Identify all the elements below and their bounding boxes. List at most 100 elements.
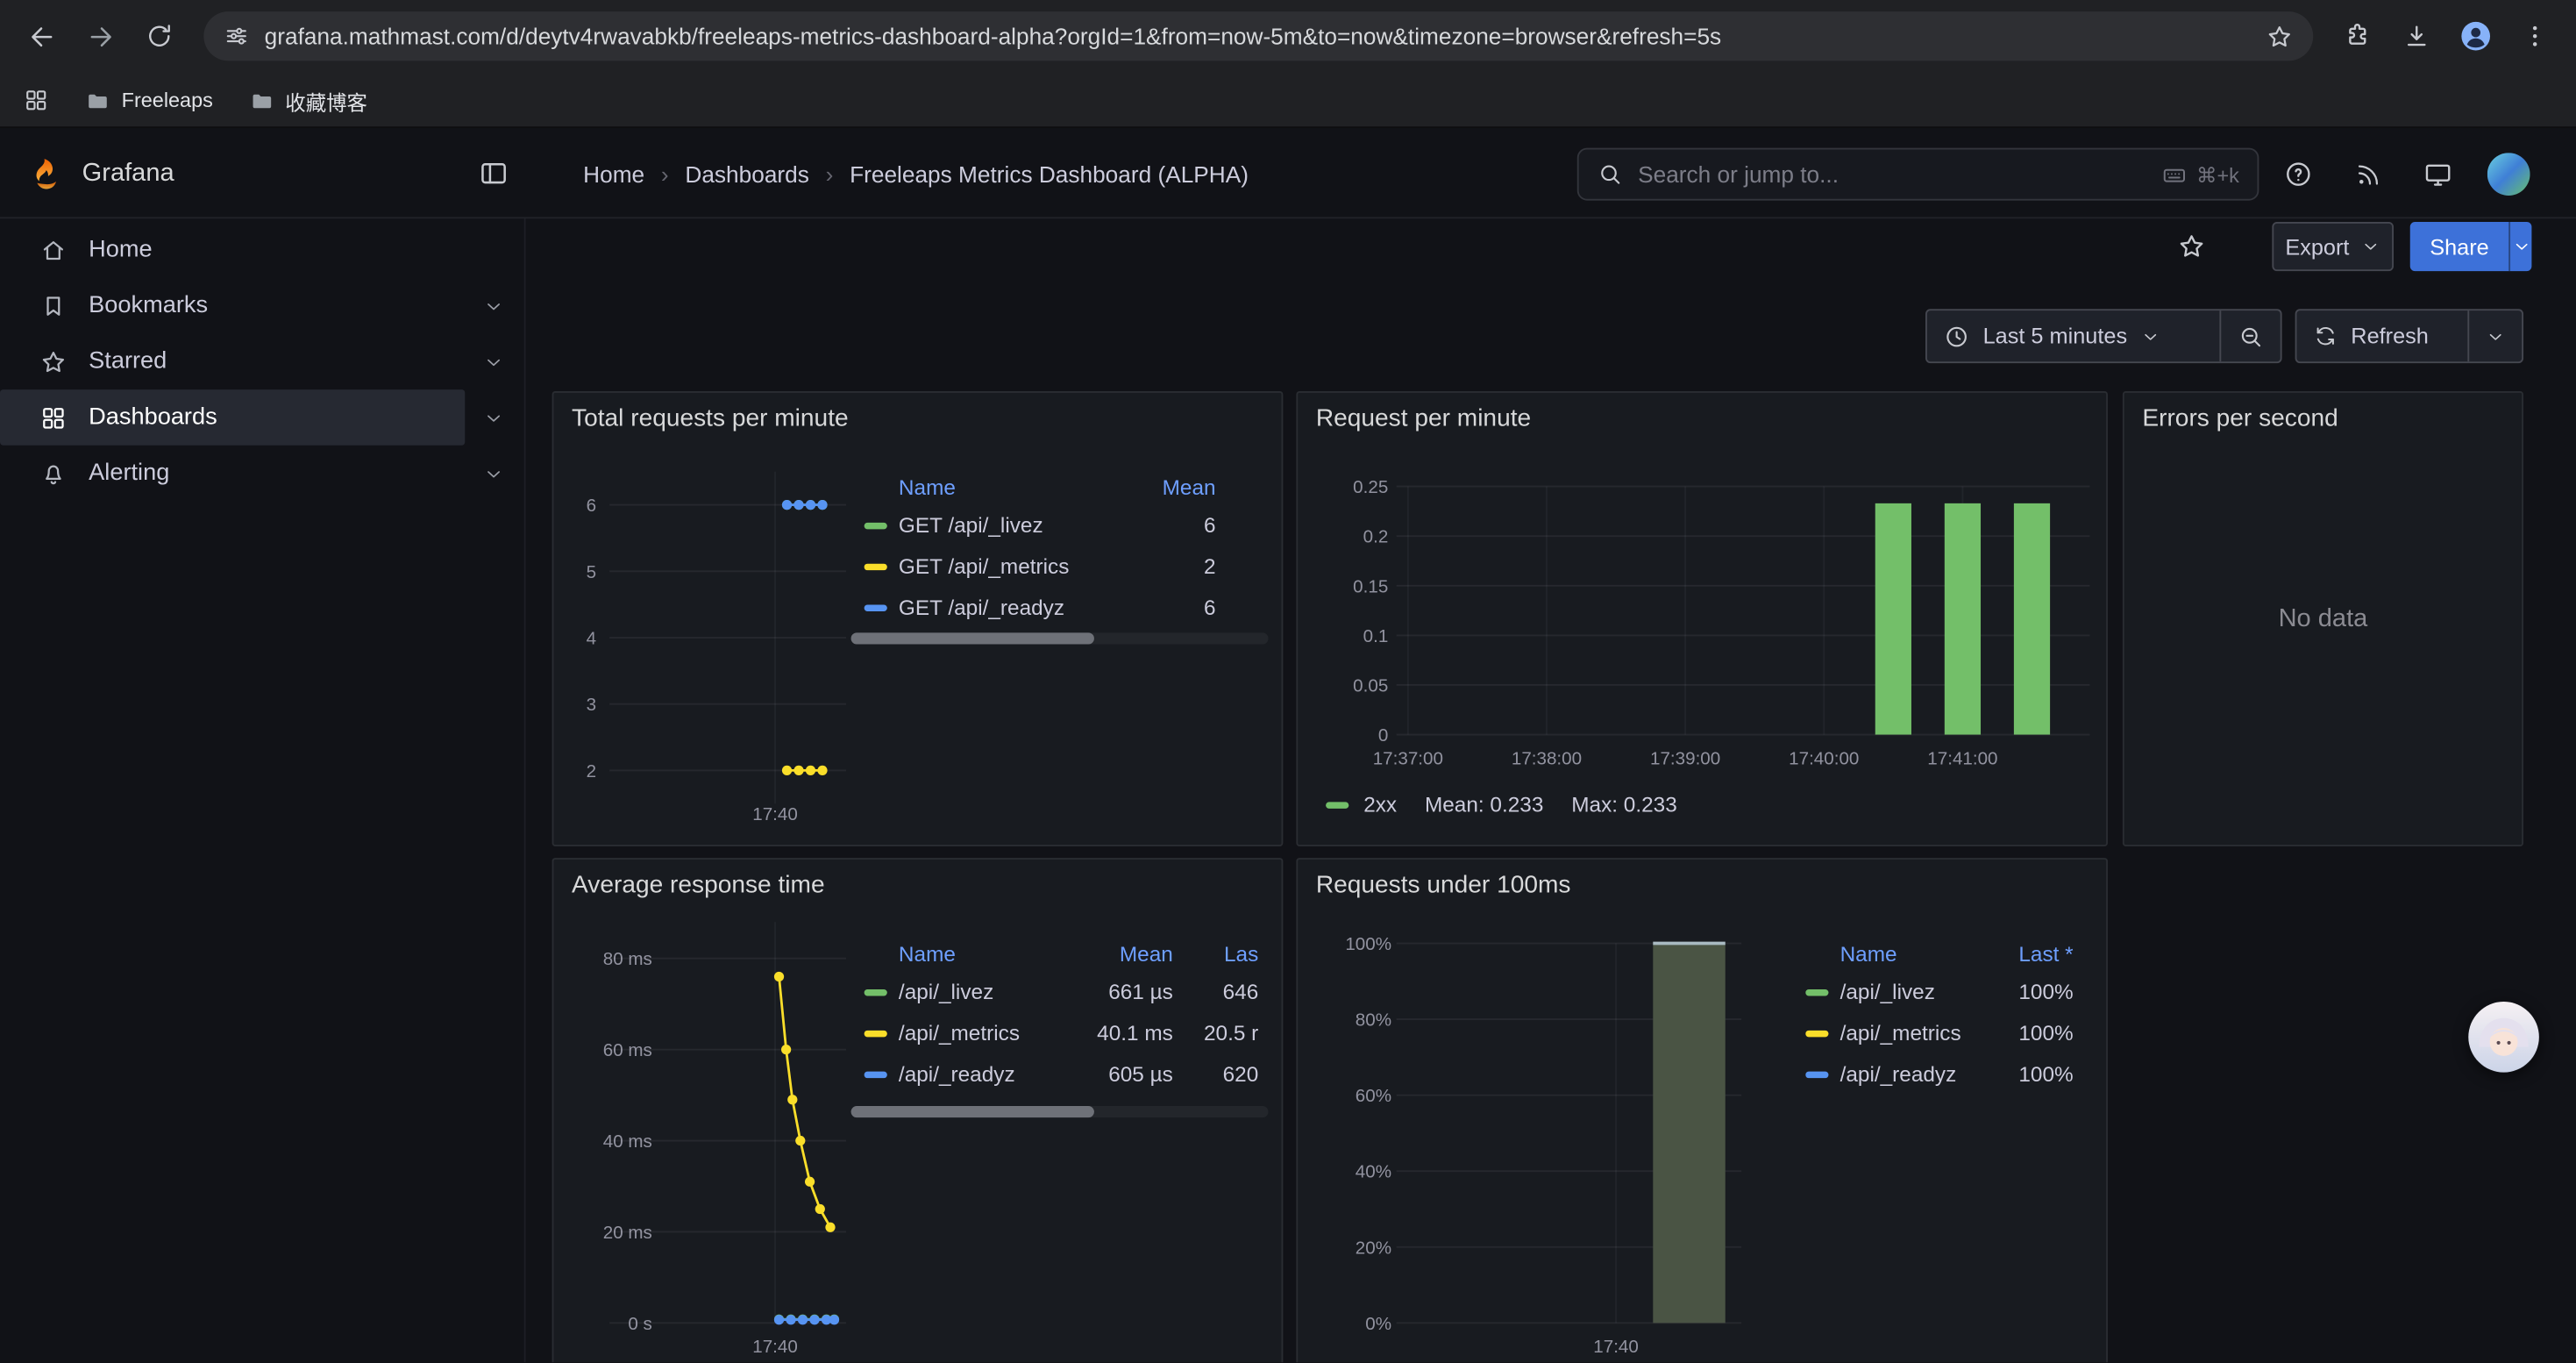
legend-row[interactable]: /api/_livez 661 µs 646 [865, 971, 1259, 1012]
share-button[interactable]: Share [2410, 222, 2532, 271]
folder-icon [249, 88, 274, 112]
time-range-picker[interactable]: Last 5 minutes [1927, 310, 2220, 361]
legend-col-last[interactable]: Last * [1982, 941, 2074, 966]
panel-title[interactable]: Total requests per minute [572, 404, 849, 432]
bookmark-folder-freeleaps[interactable]: Freeleaps [85, 88, 212, 112]
total-requests-chart: 6543217:40 [566, 455, 862, 850]
legend-row[interactable]: GET /api/_livez 6 [865, 504, 1216, 546]
legend-col-name[interactable]: Name [865, 475, 1144, 499]
legend-col-mean[interactable]: Mean [1143, 475, 1215, 499]
scrollbar-thumb[interactable] [851, 632, 1094, 644]
grafana-brand[interactable]: Grafana [26, 128, 174, 218]
refresh-button[interactable]: Refresh [2296, 310, 2467, 361]
legend-row[interactable]: /api/_metrics 100% [1805, 1012, 2073, 1053]
series-name[interactable]: 2xx [1363, 792, 1397, 817]
panel-title[interactable]: Request per minute [1316, 404, 1531, 432]
breadcrumb-home[interactable]: Home [583, 161, 644, 187]
svg-text:17:40: 17:40 [1593, 1337, 1639, 1357]
sidebar-item-alerting[interactable]: Alerting [0, 446, 465, 502]
series-name[interactable]: /api/_readyz [1840, 1061, 1957, 1086]
zoom-out-icon [2238, 323, 2264, 349]
legend-col-name[interactable]: Name [1805, 941, 1981, 966]
chevron-down-icon [482, 407, 503, 428]
sidebar-expand-bookmarks[interactable] [476, 278, 509, 334]
search-placeholder: Search or jump to... [1638, 161, 2147, 188]
dock-menu-button[interactable] [470, 150, 516, 196]
star-outline-icon [2177, 232, 2207, 261]
bookmark-label: 收藏博客 [285, 84, 367, 116]
search-input[interactable]: Search or jump to... ⌘+k [1577, 148, 2259, 201]
apps-grid-button[interactable] [23, 87, 49, 113]
monitor-icon [2423, 160, 2453, 189]
series-last: 100% [1982, 1061, 2074, 1086]
address-bar[interactable]: grafana.mathmast.com/d/deytv4rwavabkb/fr… [203, 11, 2313, 61]
series-name[interactable]: /api/_livez [899, 980, 993, 1004]
legend-col-last[interactable]: Las [1173, 941, 1258, 966]
downloads-button[interactable] [2388, 8, 2444, 64]
export-button[interactable]: Export [2272, 222, 2394, 271]
svg-text:80 ms: 80 ms [603, 949, 652, 969]
series-name[interactable]: /api/_livez [1840, 980, 1935, 1004]
site-settings-icon[interactable] [224, 23, 250, 49]
bookmark-label: Freeleaps [122, 89, 213, 111]
floating-avatar[interactable] [2467, 1001, 2539, 1073]
legend-row[interactable]: /api/_metrics 40.1 ms 20.5 r [865, 1012, 1259, 1053]
legend-scrollbar[interactable] [851, 1106, 1269, 1117]
bookmark-star-icon[interactable] [2266, 22, 2294, 50]
sidebar-item-dashboards[interactable]: Dashboards [0, 389, 465, 446]
legend-row[interactable]: GET /api/_metrics 2 [865, 546, 1216, 587]
legend-scrollbar[interactable] [851, 632, 1269, 644]
sidebar-item-home[interactable]: Home [0, 222, 465, 278]
mega-menu-sidebar: Home Bookmarks Starred Dashboards [0, 218, 526, 1362]
legend-row[interactable]: GET /api/_readyz 6 [865, 587, 1216, 628]
user-avatar[interactable] [2480, 146, 2537, 203]
sidebar-item-starred[interactable]: Starred [0, 333, 465, 389]
sidebar-item-bookmarks[interactable]: Bookmarks [0, 278, 465, 334]
sidebar-item-label: Alerting [89, 460, 169, 487]
favorite-star-button[interactable] [2167, 222, 2216, 271]
kiosk-mode-button[interactable] [2410, 146, 2466, 203]
legend-row[interactable]: /api/_livez 100% [1805, 971, 2073, 1012]
series-name[interactable]: GET /api/_livez [899, 513, 1043, 538]
sidebar-expand-alerting[interactable] [476, 446, 509, 502]
legend-row[interactable]: /api/_readyz 100% [1805, 1053, 2073, 1095]
back-button[interactable] [13, 8, 69, 64]
series-name[interactable]: /api/_metrics [1840, 1021, 1961, 1045]
zoom-out-button[interactable] [2221, 310, 2280, 361]
bookmark-folder-blogs[interactable]: 收藏博客 [249, 84, 367, 116]
legend-row[interactable]: /api/_readyz 605 µs 620 [865, 1053, 1259, 1095]
extensions-button[interactable] [2330, 8, 2386, 64]
series-name[interactable]: GET /api/_readyz [899, 595, 1064, 619]
chevron-down-icon [482, 295, 503, 316]
forward-button[interactable] [72, 8, 128, 64]
browser-chrome: grafana.mathmast.com/d/deytv4rwavabkb/fr… [0, 0, 2576, 128]
reload-button[interactable] [132, 8, 188, 64]
url-text[interactable]: grafana.mathmast.com/d/deytv4rwavabkb/fr… [265, 23, 2251, 49]
refresh-interval-dropdown[interactable] [2469, 310, 2522, 361]
series-swatch [865, 563, 887, 569]
sidebar-item-label: Starred [89, 348, 167, 375]
breadcrumb-dashboards[interactable]: Dashboards [685, 161, 808, 187]
browser-menu-button[interactable] [2507, 8, 2563, 64]
star-icon [39, 347, 68, 375]
sidebar-expand-starred[interactable] [476, 333, 509, 389]
share-label[interactable]: Share [2410, 222, 2508, 271]
legend-col-mean[interactable]: Mean [1078, 941, 1173, 966]
series-name[interactable]: GET /api/_metrics [899, 553, 1069, 578]
news-rss-button[interactable] [2339, 146, 2395, 203]
legend-col-name[interactable]: Name [865, 941, 1078, 966]
profile-button[interactable] [2448, 8, 2504, 64]
help-button[interactable] [2270, 146, 2326, 203]
legend-inline[interactable]: 2xx Mean: 0.233 Max: 0.233 [1326, 792, 1677, 817]
panel-title[interactable]: Average response time [572, 871, 825, 899]
panel-title[interactable]: Requests under 100ms [1316, 871, 1571, 899]
sidebar-expand-dashboards[interactable] [476, 389, 509, 446]
svg-text:3: 3 [587, 695, 596, 715]
share-dropdown[interactable] [2508, 222, 2531, 271]
legend-header: Name Mean [865, 468, 1216, 504]
svg-text:60 ms: 60 ms [603, 1040, 652, 1060]
series-name[interactable]: /api/_metrics [899, 1021, 1020, 1045]
series-name[interactable]: /api/_readyz [899, 1061, 1015, 1086]
scrollbar-thumb[interactable] [851, 1106, 1094, 1117]
svg-text:0.15: 0.15 [1353, 576, 1388, 596]
